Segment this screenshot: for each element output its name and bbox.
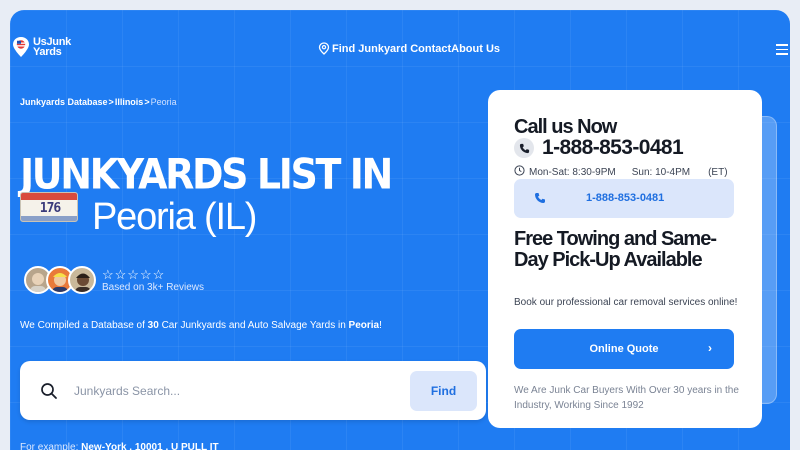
nav-contact[interactable]: Contact [410, 43, 451, 55]
breadcrumb-illinois[interactable]: Illinois [115, 97, 144, 107]
chevron-right-icon: › [708, 341, 712, 355]
phone-icon [514, 138, 534, 158]
phone-row: 1-888-853-0481 [514, 136, 684, 160]
breadcrumb-separator: > [144, 97, 150, 107]
business-hours: Mon-Sat: 8:30-9PM Sun: 10-4PM (ET) [514, 165, 728, 179]
logo-text: UsJunk Yards [33, 37, 71, 58]
phone-icon [534, 192, 546, 207]
phone-number[interactable]: 1-888-853-0481 [542, 136, 684, 160]
hours-weekday: Mon-Sat: 8:30-9PM [529, 166, 616, 178]
avatar [68, 266, 96, 294]
reviewer-avatars [24, 266, 96, 294]
site-header: UsJunk Yards Find Junkyard Contact About… [10, 10, 790, 90]
breadcrumb-junkyards-database[interactable]: Junkyards Database [20, 97, 108, 107]
search-example: For example: New-York , 10001 , U PULL I… [20, 442, 219, 450]
hours-timezone: (ET) [708, 166, 728, 178]
hamburger-menu-icon[interactable] [776, 44, 788, 58]
search-icon [40, 382, 58, 405]
find-button[interactable]: Find [410, 371, 477, 411]
logo[interactable]: UsJunk Yards [12, 36, 71, 58]
compiled-summary: We Compiled a Database of 30 Car Junkyar… [20, 320, 382, 331]
call-button[interactable]: 1-888-853-0481 [514, 179, 734, 218]
example-values[interactable]: New-York , 10001 , U PULL IT [81, 442, 218, 450]
clock-icon [514, 165, 525, 179]
compiled-text: Car Junkyards and Auto Salvage Yards in [158, 320, 349, 331]
nav-find-junkyard[interactable]: Find Junkyard [332, 43, 407, 55]
call-us-card: Call us Now 1-888-853-0481 Mon-Sat: 8:30… [488, 90, 762, 428]
online-quote-button[interactable]: Online Quote › [514, 329, 734, 369]
rating-stars-icon: ☆☆☆☆☆ [102, 267, 166, 282]
free-towing-description: Book our professional car removal servic… [514, 297, 738, 308]
call-button-label: 1-888-853-0481 [586, 192, 665, 204]
compiled-text: ! [379, 320, 382, 331]
junkyard-search-box: Junkyards Search... Find [20, 361, 486, 420]
logo-line-2: Yards [33, 46, 62, 58]
page-frame: UsJunk Yards Find Junkyard Contact About… [10, 10, 790, 450]
reviews-count: Based on 3k+ Reviews [102, 282, 205, 293]
hours-sunday: Sun: 10-4PM [631, 166, 691, 178]
breadcrumb-current: Peoria [150, 97, 177, 107]
page-title-line-2: Peoria (IL) [92, 196, 257, 238]
compiled-count: 30 [147, 320, 159, 331]
card-footer-text: We Are Junk Car Buyers With Over 30 year… [514, 385, 739, 411]
logo-pin-icon [12, 36, 30, 58]
breadcrumb-separator: > [108, 97, 114, 107]
main-nav: Find Junkyard Contact About Us [318, 42, 500, 55]
compiled-text: We Compiled a Database of [20, 320, 148, 331]
license-plate-image: 176 8507 [20, 192, 78, 222]
search-input[interactable]: Junkyards Search... [74, 384, 180, 398]
nav-about-us[interactable]: About Us [451, 43, 500, 55]
free-towing-title: Free Towing and Same-Day Pick-Up Availab… [514, 228, 717, 271]
online-quote-label: Online Quote [589, 343, 659, 355]
breadcrumb: Junkyards Database > Illinois > Peoria [20, 97, 177, 107]
location-pin-icon [318, 42, 330, 55]
compiled-city: Peoria [348, 320, 380, 331]
example-label: For example: [20, 442, 82, 450]
